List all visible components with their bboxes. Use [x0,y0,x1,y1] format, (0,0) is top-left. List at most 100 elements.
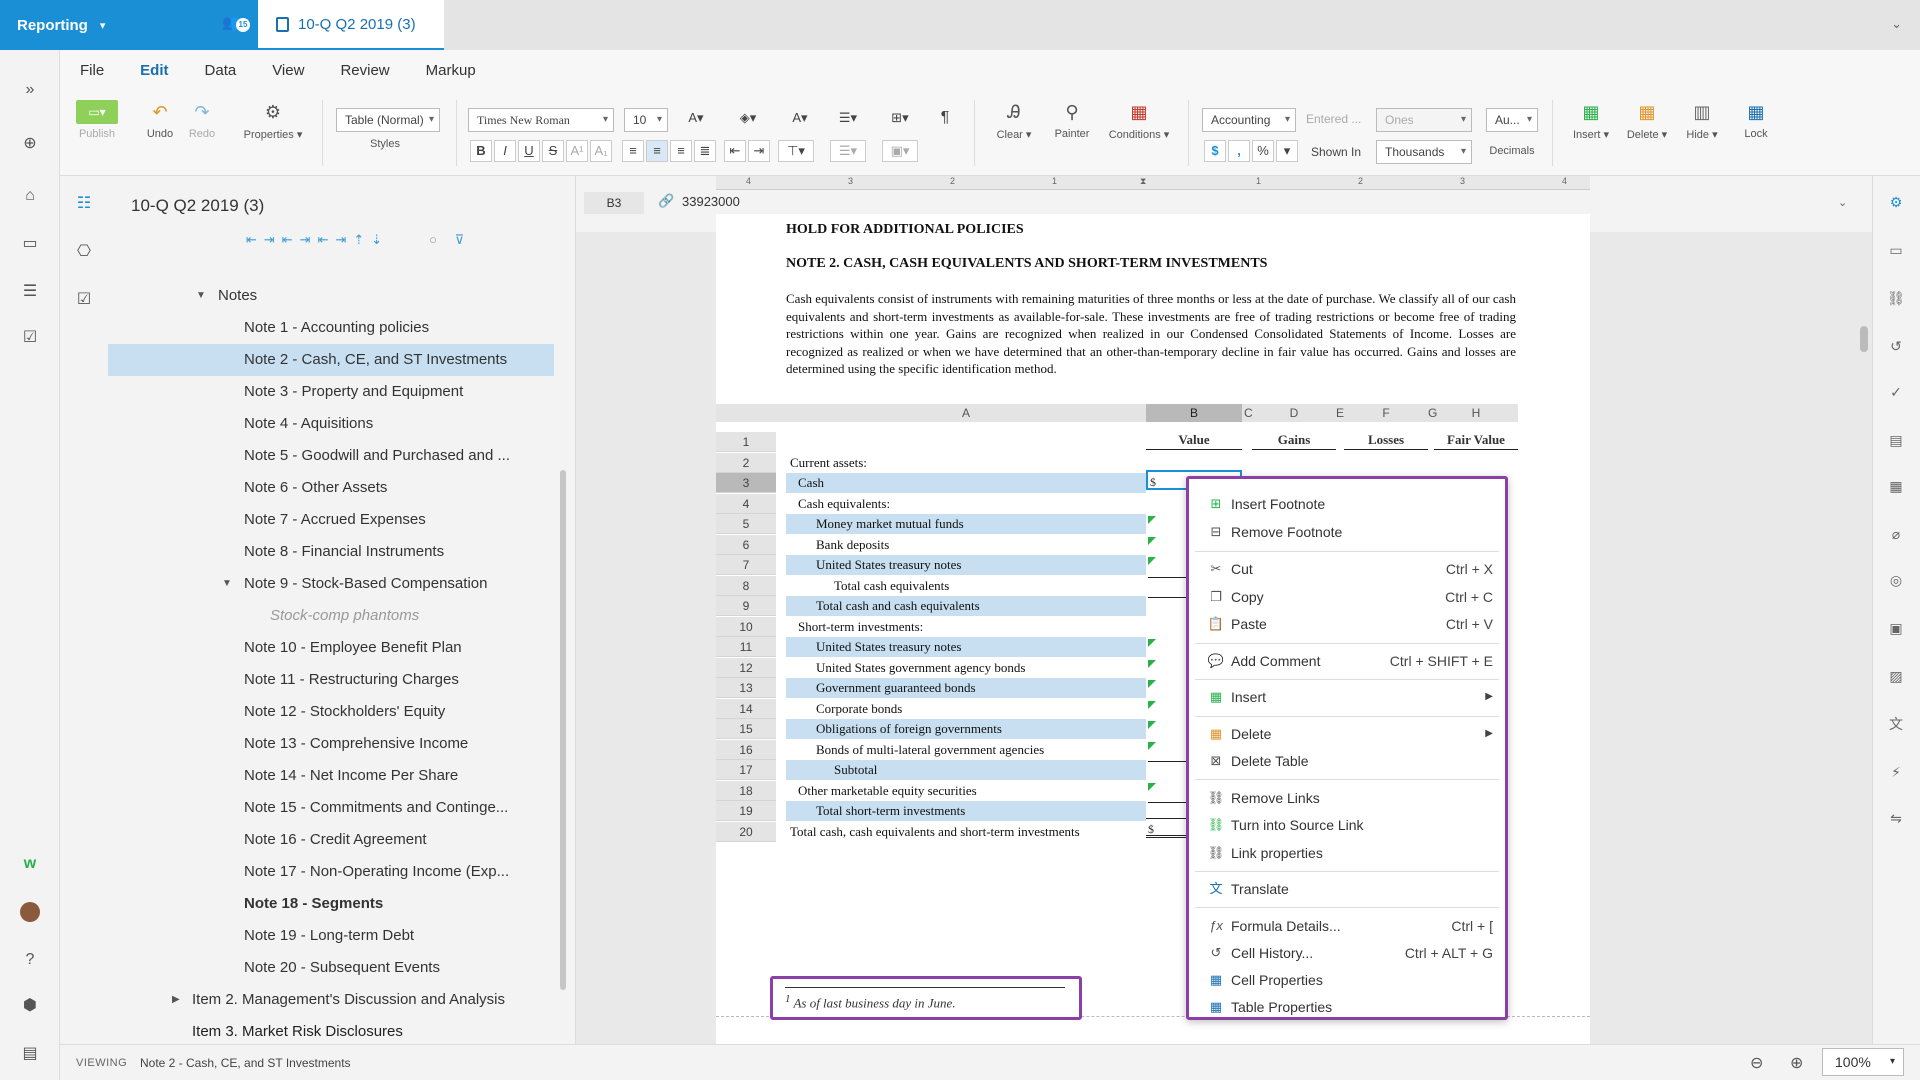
justify-button[interactable]: ≣ [694,140,716,162]
list-format-icon[interactable]: ☰▾ [830,108,866,130]
row-number[interactable]: 8 [716,576,776,596]
filter-icon[interactable]: ⊽ [455,232,472,247]
column-header-e[interactable]: E [1336,404,1344,422]
notes-icon[interactable]: ▤ [20,1044,40,1064]
row-number[interactable]: 11 [716,637,776,657]
ruler-center-marker[interactable]: ⧗ [1140,176,1146,187]
properties-button[interactable]: ⚙ Properties ▾ [238,100,308,141]
menu-item-cut[interactable]: ✂ Cut Ctrl + X [1189,556,1505,582]
table-row[interactable]: Subtotal [786,760,1146,780]
column-header-h[interactable]: H [1434,404,1518,422]
add-icon[interactable]: ⊕ [20,134,40,154]
circle-icon[interactable]: ○ [429,232,444,247]
menu-item-formula-details[interactable]: ƒx Formula Details... Ctrl + [ [1189,913,1505,939]
lock-button[interactable]: ▦ Lock [1736,100,1776,140]
font-family-select[interactable]: Times New Roman [468,108,614,132]
gear-icon[interactable]: ⚙ [1886,192,1906,212]
column-header-d[interactable]: D [1252,404,1336,422]
style-guide-icon[interactable]: ▤ [1886,430,1906,450]
zoom-select[interactable]: 100% ▾ [1822,1048,1904,1076]
outline-item-note-6[interactable]: Note 6 - Other Assets [244,472,387,504]
menu-item-cell-properties[interactable]: ▦ Cell Properties [1189,967,1505,993]
task-icon[interactable]: ☑ [20,328,40,348]
menu-item-delete[interactable]: ▦ Delete ▶ [1189,721,1505,747]
table-row[interactable]: Bonds of multi-lateral government agenci… [786,740,1146,760]
outline-scrollbar[interactable] [560,470,566,990]
menu-item-insert[interactable]: ▦ Insert ▶ [1189,684,1505,710]
table-row[interactable]: Bank deposits [786,535,1146,555]
outline-item-note-18[interactable]: Note 18 - Segments [244,888,383,920]
table-row[interactable]: Total cash equivalents [786,576,1146,596]
row-number[interactable]: 3 [716,473,776,493]
align-left-button[interactable]: ≡ [622,140,644,162]
outline-item-note-8[interactable]: Note 8 - Financial Instruments [244,536,444,568]
menu-data[interactable]: Data [205,62,237,79]
workiva-logo-icon[interactable]: w [20,854,40,874]
row-number[interactable]: 5 [716,514,776,534]
table-row[interactable]: Total cash, cash equivalents and short-t… [786,822,1146,842]
col-title-value[interactable]: Value [1146,430,1242,450]
collapse-triangle-icon[interactable]: ▼ [196,290,206,301]
outline-item-note-1[interactable]: Note 1 - Accounting policies [244,312,429,344]
outline-item-note-3[interactable]: Note 3 - Property and Equipment [244,376,463,408]
translate-icon[interactable]: 文 [1886,714,1906,734]
row-number[interactable]: 17 [716,760,776,780]
clear-button[interactable]: Ꭿ Clear ▾ [992,100,1036,141]
menu-item-add-comment[interactable]: 💬 Add Comment Ctrl + SHIFT + E [1189,648,1505,674]
font-color-icon[interactable]: A▾ [678,108,714,130]
font-size-select[interactable]: 10 [624,108,668,132]
shown-in-select[interactable]: Thousands [1376,140,1472,164]
menu-edit[interactable]: Edit [140,62,168,79]
painter-button[interactable]: ⚲ Painter [1050,100,1094,140]
link-icon[interactable]: ⛓ [1886,288,1906,308]
col-title-fair-value[interactable]: Fair Value [1434,430,1518,450]
row-number[interactable]: 1 [716,432,776,452]
underline-button[interactable]: U [518,140,540,162]
row-number[interactable]: 15 [716,719,776,739]
row-number[interactable]: 18 [716,781,776,801]
italic-button[interactable]: I [494,140,516,162]
menu-item-turn-into-source-link[interactable]: ⛓ Turn into Source Link [1189,812,1505,838]
menu-item-table-properties[interactable]: ▦ Table Properties [1189,994,1505,1020]
strikethrough-button[interactable]: S [542,140,564,162]
publish-button[interactable]: ▭▾ Publish [76,100,118,140]
review-icon[interactable]: ▨ [1886,666,1906,686]
undo-button[interactable]: ↶ Undo [142,100,178,140]
folder-icon[interactable]: ▭ [20,234,40,254]
cell-reference[interactable]: B3 [584,192,644,214]
footnote-box[interactable]: 1 As of last business day in June. [770,976,1082,1020]
row-number[interactable]: 19 [716,801,776,821]
table-row[interactable]: Money market mutual funds [786,514,1146,534]
outline-item-note-19[interactable]: Note 19 - Long-term Debt [244,920,414,952]
chevron-down-icon[interactable]: ⌄ [1838,196,1847,209]
outline-item-note-15[interactable]: Note 15 - Commitments and Continge... [244,792,508,824]
outline-item-note-13[interactable]: Note 13 - Comprehensive Income [244,728,468,760]
outline-item-note-10[interactable]: Note 10 - Employee Benefit Plan [244,632,462,664]
outline-item-note-20[interactable]: Note 20 - Subsequent Events [244,952,440,984]
text-size-icon[interactable]: A▾ [782,108,818,130]
menu-item-translate[interactable]: 文 Translate [1189,876,1505,902]
row-number[interactable]: 16 [716,740,776,760]
percent-button[interactable]: % [1252,140,1274,162]
check-circle-icon[interactable]: ◎ [1886,570,1906,590]
ones-select[interactable]: Ones [1376,108,1472,132]
row-number[interactable]: 6 [716,535,776,555]
vertical-align-button[interactable]: ⊤▾ [778,140,814,162]
zoom-out-icon[interactable]: ⊖ [1750,1053,1763,1073]
home-icon[interactable]: ⌂ [20,186,40,206]
list-icon[interactable]: ☰ [20,282,40,302]
menu-item-link-properties[interactable]: ⛓ Link properties [1189,840,1505,866]
table-row[interactable]: Government guaranteed bonds [786,678,1146,698]
outline-item-note-17[interactable]: Note 17 - Non-Operating Income (Exp... [244,856,509,888]
menu-item-remove-footnote[interactable]: ⊟ Remove Footnote [1189,519,1505,545]
outline-item-note-7[interactable]: Note 7 - Accrued Expenses [244,504,426,536]
decimals-select[interactable]: Au... [1486,108,1538,132]
outline-item-note-11[interactable]: Note 11 - Restructuring Charges [244,664,459,696]
row-number[interactable]: 4 [716,494,776,514]
outdent-button[interactable]: ⇤ [724,140,746,162]
row-number[interactable]: 13 [716,678,776,698]
indent-button[interactable]: ⇥ [748,140,770,162]
compare-icon[interactable]: ⇋ [1886,808,1906,828]
comma-button[interactable]: , [1228,140,1250,162]
menu-review[interactable]: Review [340,62,389,79]
